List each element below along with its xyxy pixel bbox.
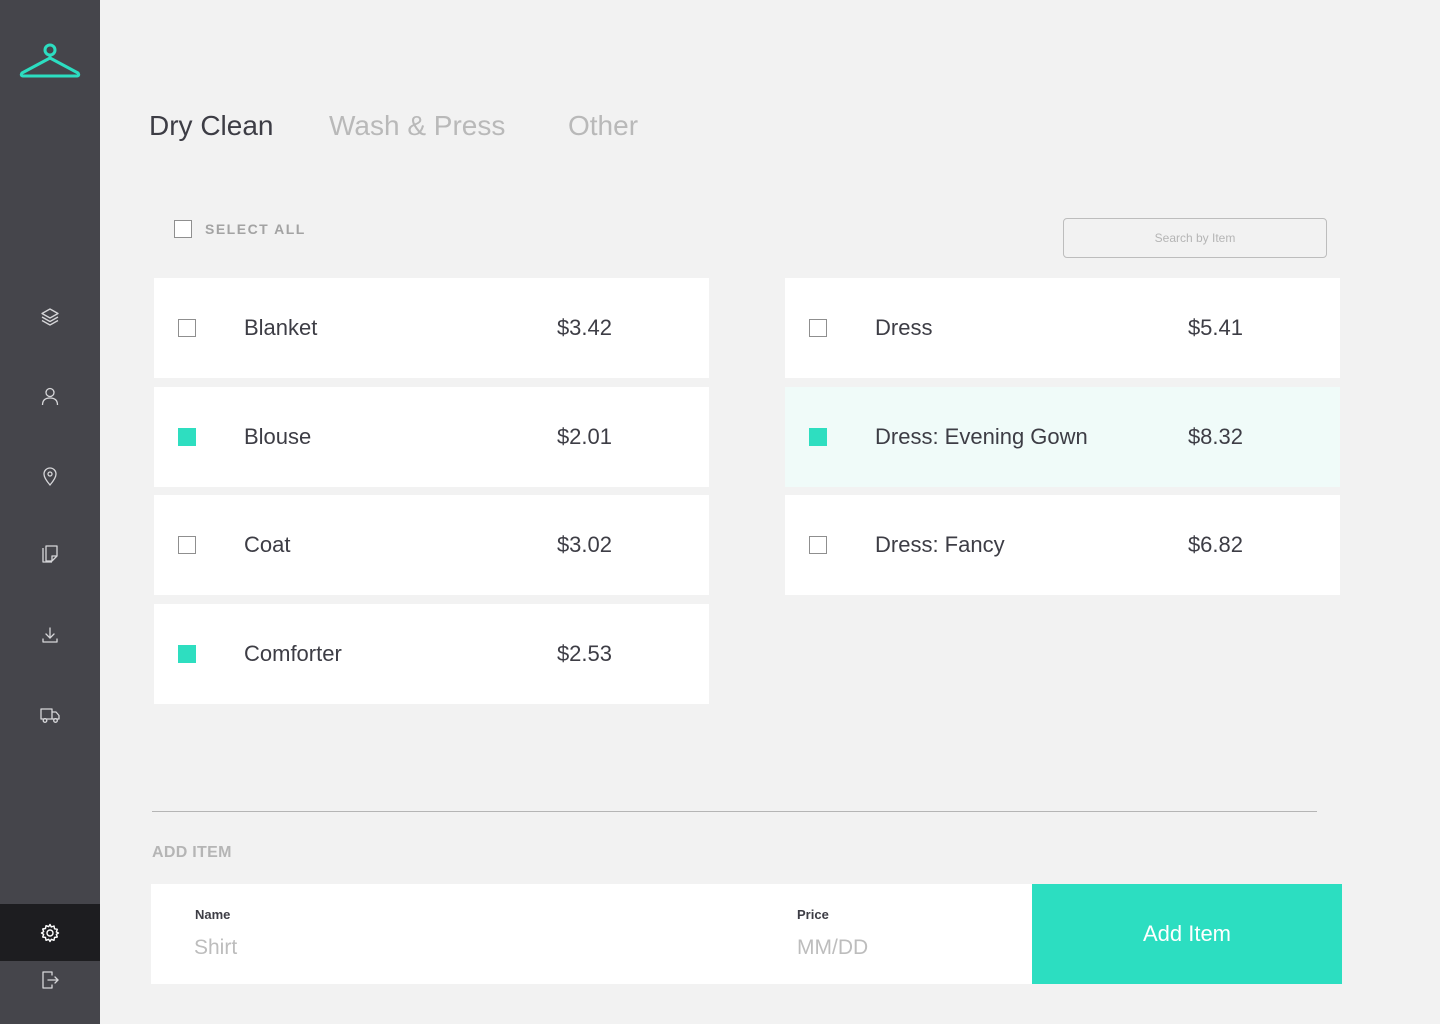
- item-name: Coat: [244, 532, 291, 557]
- gear-icon: [40, 923, 60, 943]
- item-row-blanket[interactable]: Blanket $3.42: [154, 278, 709, 378]
- price-field-label: Price: [797, 907, 829, 922]
- add-item-button[interactable]: Add Item: [1032, 884, 1342, 984]
- hanger-icon[interactable]: [19, 42, 81, 80]
- tab-other[interactable]: Other: [568, 110, 638, 142]
- item-price: $3.02: [556, 532, 612, 557]
- sidebar: [0, 0, 100, 1024]
- download-icon[interactable]: [38, 623, 62, 647]
- item-name: Dress: Fancy: [875, 532, 1005, 557]
- item-row-blouse[interactable]: Blouse $2.01: [154, 387, 709, 487]
- logout-icon[interactable]: [38, 968, 62, 992]
- select-all-control[interactable]: SELECT ALL: [174, 220, 306, 238]
- item-checkbox[interactable]: [178, 645, 196, 663]
- tab-dry-clean[interactable]: Dry Clean: [149, 110, 273, 142]
- item-row-dress[interactable]: Dress $5.41: [785, 278, 1340, 378]
- item-checkbox[interactable]: [809, 319, 827, 337]
- item-price: $8.32: [1187, 424, 1243, 449]
- location-pin-icon[interactable]: [38, 464, 62, 488]
- item-price: $3.42: [556, 315, 612, 340]
- item-price: $2.01: [556, 424, 612, 449]
- select-all-checkbox[interactable]: [174, 220, 192, 238]
- tab-wash-and-press[interactable]: Wash & Press: [329, 110, 505, 142]
- user-icon[interactable]: [38, 384, 62, 408]
- section-divider: [152, 811, 1317, 812]
- item-name: Comforter: [244, 641, 342, 666]
- name-field[interactable]: [194, 936, 754, 960]
- item-name: Blanket: [244, 315, 318, 340]
- settings-nav-item[interactable]: [0, 904, 100, 961]
- item-checkbox[interactable]: [178, 319, 196, 337]
- truck-icon[interactable]: [38, 703, 62, 727]
- add-item-form: Name Price: [151, 884, 1032, 984]
- item-checkbox[interactable]: [178, 428, 196, 446]
- item-name: Dress: [875, 315, 933, 340]
- add-item-heading: ADD ITEM: [152, 844, 232, 861]
- item-name: Dress: Evening Gown: [875, 424, 1088, 449]
- item-name: Blouse: [244, 424, 312, 449]
- item-row-comforter[interactable]: Comforter $2.53: [154, 604, 709, 704]
- documents-icon[interactable]: [38, 542, 62, 566]
- item-row-dress-fancy[interactable]: Dress: Fancy $6.82: [785, 495, 1340, 595]
- item-checkbox[interactable]: [178, 536, 196, 554]
- select-all-label: SELECT ALL: [205, 221, 306, 237]
- item-checkbox[interactable]: [809, 428, 827, 446]
- item-row-coat[interactable]: Coat $3.02: [154, 495, 709, 595]
- item-price: $2.53: [556, 641, 612, 666]
- item-price: $6.82: [1187, 532, 1243, 557]
- search-input[interactable]: [1063, 218, 1327, 258]
- item-price: $5.41: [1187, 315, 1243, 340]
- layers-icon[interactable]: [38, 305, 62, 329]
- item-checkbox[interactable]: [809, 536, 827, 554]
- name-field-label: Name: [195, 907, 231, 922]
- price-field[interactable]: [797, 936, 1017, 960]
- item-row-dress-evening-gown[interactable]: Dress: Evening Gown $8.32: [785, 387, 1340, 487]
